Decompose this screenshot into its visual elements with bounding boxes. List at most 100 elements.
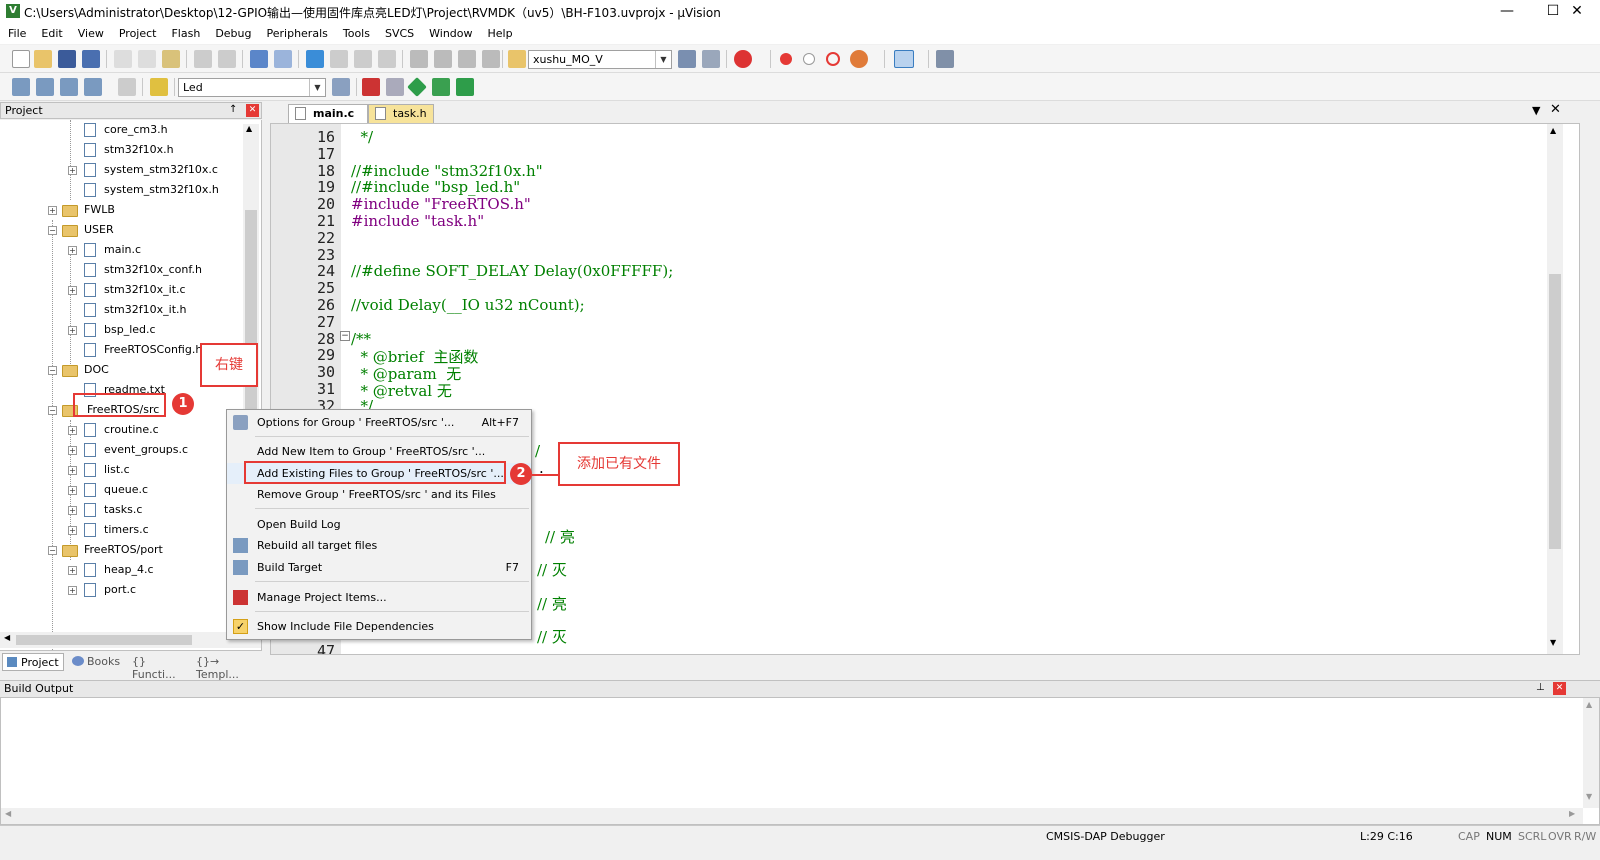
tree-file-main-c[interactable]: + main.c xyxy=(68,240,248,260)
incremental-find-icon[interactable] xyxy=(702,50,720,68)
expand-icon[interactable]: + xyxy=(68,446,77,455)
tree-file-timers-c[interactable]: + timers.c xyxy=(68,520,248,540)
copy-icon[interactable] xyxy=(138,50,156,68)
scroll-left-icon[interactable]: ◀ xyxy=(5,809,11,818)
build-output-pane[interactable]: ▲ ▼ ◀ ▶ xyxy=(0,697,1600,825)
navigate-forward-icon[interactable] xyxy=(274,50,292,68)
tree-file-event-groups-c[interactable]: + event_groups.c xyxy=(68,440,248,460)
tab-task-h[interactable]: task.h xyxy=(368,104,434,123)
redo-icon[interactable] xyxy=(218,50,236,68)
load-download-icon[interactable] xyxy=(150,78,168,96)
tree-file-bsp-led-c[interactable]: + bsp_led.c xyxy=(68,320,248,340)
menu-peripherals[interactable]: Peripherals xyxy=(259,24,335,44)
collapse-icon[interactable]: − xyxy=(48,366,57,375)
build-icon[interactable] xyxy=(36,78,54,96)
file-extensions-icon[interactable] xyxy=(386,78,404,96)
open-file-icon[interactable] xyxy=(34,50,52,68)
scroll-up-icon[interactable]: ▲ xyxy=(1586,700,1592,709)
menu-debug[interactable]: Debug xyxy=(207,24,258,44)
stop-build-icon[interactable] xyxy=(118,78,136,96)
menu-item-rebuild-all[interactable]: Rebuild all target files xyxy=(227,535,531,556)
scroll-thumb[interactable] xyxy=(16,635,192,645)
tree-group-fwlb[interactable]: + FWLB xyxy=(48,200,228,220)
chevron-down-icon[interactable]: ▼ xyxy=(655,51,671,68)
build-output-vertical-scrollbar[interactable]: ▲ ▼ xyxy=(1583,698,1599,808)
find-icon[interactable] xyxy=(678,50,696,68)
pin-icon[interactable]: ↑ xyxy=(229,104,237,115)
expand-icon[interactable]: + xyxy=(68,466,77,475)
scroll-down-icon[interactable]: ▼ xyxy=(1586,792,1592,801)
tree-file-stm32f10x-h[interactable]: stm32f10x.h xyxy=(68,140,248,160)
pack-installer-icon[interactable] xyxy=(407,77,427,97)
paste-icon[interactable] xyxy=(162,50,180,68)
expand-icon[interactable]: + xyxy=(68,486,77,495)
tree-file-queue-c[interactable]: + queue.c xyxy=(68,480,248,500)
menu-item-open-build-log[interactable]: Open Build Log xyxy=(227,514,531,535)
unindent-icon[interactable] xyxy=(434,50,452,68)
next-bookmark-icon[interactable] xyxy=(354,50,372,68)
expand-icon[interactable]: + xyxy=(68,326,77,335)
debug-session-icon[interactable] xyxy=(734,50,752,68)
menu-project[interactable]: Project xyxy=(111,24,164,44)
breakpoint-options-icon[interactable] xyxy=(850,50,868,68)
target-options-icon[interactable] xyxy=(332,78,350,96)
find-in-files-icon[interactable] xyxy=(508,50,526,68)
tree-file-stm32f10x-it-h[interactable]: stm32f10x_it.h xyxy=(68,300,248,320)
menu-item-remove-group[interactable]: Remove Group ' FreeRTOS/src ' and its Fi… xyxy=(227,484,531,505)
tree-file-core-cm3-h[interactable]: core_cm3.h xyxy=(68,120,248,140)
uncomment-icon[interactable] xyxy=(482,50,500,68)
menu-item-add-new-item[interactable]: Add New Item to Group ' FreeRTOS/src '..… xyxy=(227,441,531,462)
menu-item-build-target[interactable]: Build Target F7 xyxy=(227,557,531,578)
menu-flash[interactable]: Flash xyxy=(163,24,207,44)
rebuild-icon[interactable] xyxy=(60,78,78,96)
menu-item-options-for-group[interactable]: Options for Group ' FreeRTOS/src '... Al… xyxy=(227,412,531,433)
undo-icon[interactable] xyxy=(194,50,212,68)
editor-vertical-scrollbar[interactable]: ▲ ▼ xyxy=(1547,124,1563,654)
kill-breakpoints-icon[interactable] xyxy=(826,52,840,66)
tree-file-croutine-c[interactable]: + croutine.c xyxy=(68,420,248,440)
minimize-button[interactable]: — xyxy=(1484,0,1530,24)
batch-build-icon[interactable] xyxy=(84,78,102,96)
clear-bookmarks-icon[interactable] xyxy=(378,50,396,68)
cut-icon[interactable] xyxy=(114,50,132,68)
indent-icon[interactable] xyxy=(410,50,428,68)
tree-horizontal-scrollbar[interactable]: ◀ xyxy=(0,632,261,648)
disable-breakpoint-icon[interactable] xyxy=(803,53,815,65)
menu-file[interactable]: File xyxy=(0,24,33,44)
breakpoint-icon[interactable] xyxy=(780,53,792,65)
chevron-down-icon[interactable]: ▼ xyxy=(309,79,325,96)
tab-templates[interactable]: {}→ Templ... xyxy=(192,653,258,681)
scroll-right-icon[interactable]: ▶ xyxy=(1569,809,1575,818)
build-output-horizontal-scrollbar[interactable]: ◀ ▶ xyxy=(1,808,1583,824)
prev-bookmark-icon[interactable] xyxy=(330,50,348,68)
tab-list-dropdown-icon[interactable]: ▼ xyxy=(1532,104,1540,117)
editor-horizontal-scrollbar[interactable]: ◀ ▶ xyxy=(271,654,1547,655)
translate-icon[interactable] xyxy=(12,78,30,96)
close-icon[interactable]: ✕ xyxy=(246,104,259,117)
collapse-icon[interactable]: − xyxy=(48,226,57,235)
scroll-thumb[interactable] xyxy=(1549,274,1561,549)
select-packs-icon[interactable] xyxy=(432,78,450,96)
tree-file-stm32f10x-it-c[interactable]: + stm32f10x_it.c xyxy=(68,280,248,300)
manage-project-items-icon[interactable] xyxy=(362,78,380,96)
scroll-left-icon[interactable]: ◀ xyxy=(4,633,10,642)
new-file-icon[interactable] xyxy=(12,50,30,68)
tree-file-system-stm32f10x-c[interactable]: + system_stm32f10x.c xyxy=(68,160,248,180)
menu-window[interactable]: Window xyxy=(421,24,479,44)
menu-svcs[interactable]: SVCS xyxy=(377,24,421,44)
close-icon[interactable]: ✕ xyxy=(1553,682,1566,695)
manage-runtime-icon[interactable] xyxy=(456,78,474,96)
tree-file-heap-4-c[interactable]: + heap_4.c xyxy=(68,560,248,580)
expand-icon[interactable]: + xyxy=(68,506,77,515)
menu-item-manage-project-items[interactable]: Manage Project Items... xyxy=(227,587,531,608)
expand-icon[interactable]: + xyxy=(68,526,77,535)
close-editor-icon[interactable]: ✕ xyxy=(1550,102,1561,117)
navigate-back-icon[interactable] xyxy=(250,50,268,68)
tree-file-list-c[interactable]: + list.c xyxy=(68,460,248,480)
tab-project[interactable]: Project xyxy=(2,653,64,671)
save-icon[interactable] xyxy=(58,50,76,68)
tree-file-system-stm32f10x-h[interactable]: system_stm32f10x.h xyxy=(68,180,248,200)
save-all-icon[interactable] xyxy=(82,50,100,68)
window-layout-icon[interactable] xyxy=(894,50,914,68)
close-button[interactable]: ✕ xyxy=(1554,0,1600,24)
